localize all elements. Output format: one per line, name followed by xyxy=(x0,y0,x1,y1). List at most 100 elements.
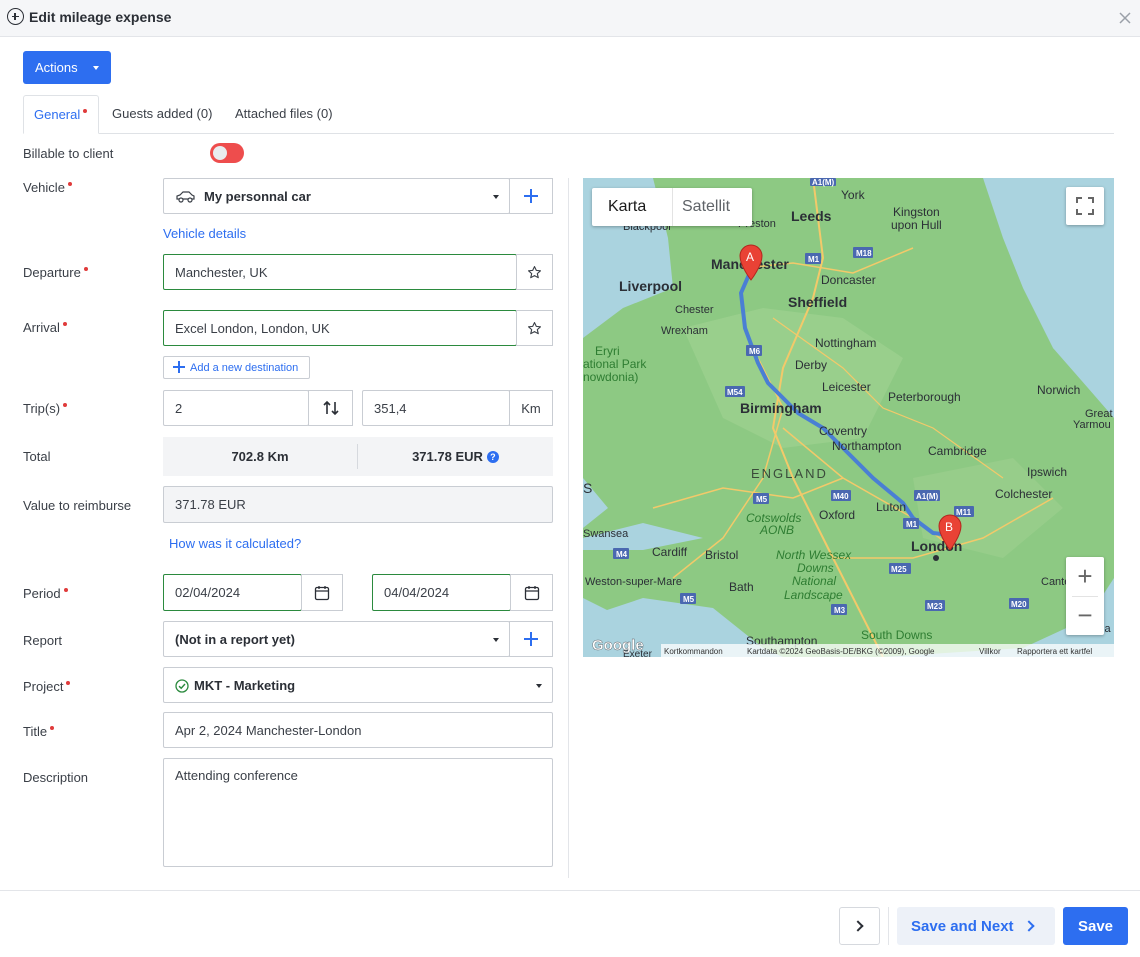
period-start-input[interactable]: 02/04/2024 xyxy=(163,574,302,611)
car-icon xyxy=(176,191,195,203)
help-icon[interactable]: ? xyxy=(486,450,499,463)
map-label-eryri: Eryri xyxy=(595,344,620,358)
road-badge-m54: M54 xyxy=(727,388,743,397)
required-indicator xyxy=(83,267,88,271)
save-and-next-button[interactable]: Save and Next xyxy=(897,907,1055,945)
marker-a-label: A xyxy=(746,250,754,264)
map-label-landscape: Landscape xyxy=(784,588,843,602)
road-badge-m40: M40 xyxy=(833,492,849,501)
favorite-arrival-button[interactable] xyxy=(516,310,553,346)
actions-button[interactable]: Actions xyxy=(23,51,111,84)
map-shortcuts-link[interactable]: Kortkommandon xyxy=(664,647,723,656)
title-label-text: Title xyxy=(23,724,48,739)
road-badge-m18: M18 xyxy=(856,249,872,258)
zoom-in-button[interactable]: + xyxy=(1066,557,1104,596)
column-divider xyxy=(568,178,569,878)
add-destination-button[interactable]: Add a new destination xyxy=(163,356,310,379)
close-icon[interactable] xyxy=(1117,10,1133,26)
map-label-birmingham: Birmingham xyxy=(740,400,822,416)
map-type-karta[interactable]: Karta xyxy=(608,188,646,226)
description-value: Attending conference xyxy=(175,768,298,783)
map-label-ipswich: Ipswich xyxy=(1027,465,1067,479)
map-label-peterborough: Peterborough xyxy=(888,390,961,404)
map-type-satellit[interactable]: Satellit xyxy=(682,188,730,226)
chevron-down-icon xyxy=(493,638,499,642)
fullscreen-icon xyxy=(1076,197,1094,215)
map-label-weston: Weston-super-Mare xyxy=(585,576,682,588)
marker-b-label: B xyxy=(945,520,953,534)
favorite-departure-button[interactable] xyxy=(516,254,553,290)
project-select[interactable]: MKT - Marketing xyxy=(163,667,553,703)
report-select[interactable]: (Not in a report yet) xyxy=(163,621,510,657)
billable-toggle[interactable] xyxy=(210,143,244,163)
title-value: Apr 2, 2024 Manchester-London xyxy=(175,722,362,738)
tab-guests[interactable]: Guests added (0) xyxy=(112,95,212,134)
chevron-right-icon xyxy=(852,920,864,932)
swap-direction-button[interactable] xyxy=(308,390,353,426)
period-end-input[interactable]: 04/04/2024 xyxy=(372,574,511,611)
trips-count-value: 2 xyxy=(175,400,183,416)
map-type-switch: Karta Satellit xyxy=(592,188,752,226)
map-type-divider xyxy=(672,188,673,226)
project-label: Project xyxy=(23,679,71,694)
trips-count-input[interactable]: 2 xyxy=(163,390,309,426)
title-input[interactable]: Apr 2, 2024 Manchester-London xyxy=(163,712,553,748)
reimburse-label: Value to reimburse xyxy=(23,498,132,513)
route-map[interactable]: York Leeds Kingston upon Hull Blackpool … xyxy=(583,178,1114,657)
distance-unit: Km xyxy=(509,390,553,426)
description-textarea[interactable]: Attending conference xyxy=(163,758,553,867)
map-label-norwich: Norwich xyxy=(1037,383,1080,397)
map-label-national: National xyxy=(792,574,836,588)
map-label-derby: Derby xyxy=(795,358,827,372)
footer-divider xyxy=(0,890,1140,891)
save-button[interactable]: Save xyxy=(1063,907,1128,945)
trips-label: Trip(s) xyxy=(23,401,68,416)
distance-input[interactable]: 351,4 xyxy=(362,390,510,426)
map-label-england: ENGLAND xyxy=(751,466,828,481)
star-icon xyxy=(528,265,541,278)
add-report-button[interactable] xyxy=(509,621,553,657)
add-vehicle-button[interactable] xyxy=(509,178,553,214)
fullscreen-button[interactable] xyxy=(1066,187,1104,225)
total-amount: 371.78 EUR xyxy=(412,449,483,464)
vehicle-details-link[interactable]: Vehicle details xyxy=(163,226,246,241)
calendar-icon xyxy=(524,585,539,600)
description-label: Description xyxy=(23,770,89,785)
period-label: Period xyxy=(23,586,68,601)
period-end-calendar-button[interactable] xyxy=(510,574,553,611)
map-label-south-downs: South Downs xyxy=(861,628,932,642)
map-label-national-park: ational Park xyxy=(583,357,647,371)
chevron-down-icon xyxy=(493,195,499,199)
save-and-next-label: Save and Next xyxy=(911,917,1014,935)
arrival-input[interactable]: Excel London, London, UK xyxy=(163,310,517,346)
period-start-calendar-button[interactable] xyxy=(301,574,343,611)
google-logo: Google xyxy=(592,637,644,654)
tab-attached-files[interactable]: Attached files (0) xyxy=(235,95,333,134)
vehicle-value: My personnal car xyxy=(204,188,311,204)
map-label-colchester: Colchester xyxy=(995,487,1052,501)
actions-button-label: Actions xyxy=(35,60,78,75)
departure-input[interactable]: Manchester, UK xyxy=(163,254,517,290)
required-indicator xyxy=(50,726,55,730)
tab-general-label: General xyxy=(34,107,81,122)
map-label-sheffield: Sheffield xyxy=(788,294,847,310)
map-terms-link[interactable]: Villkor xyxy=(979,647,1001,656)
vehicle-label-text: Vehicle xyxy=(23,180,65,195)
map-report-error-link[interactable]: Rapportera ett kartfel xyxy=(1017,647,1092,656)
how-calculated-link[interactable]: How was it calculated? xyxy=(169,536,301,551)
map-label-bath: Bath xyxy=(729,580,754,594)
swap-vertical-icon xyxy=(322,400,339,416)
tab-general[interactable]: General xyxy=(23,95,99,134)
reimburse-value: 371.78 EUR xyxy=(175,497,246,512)
next-item-button[interactable] xyxy=(839,907,880,945)
zoom-out-button[interactable]: − xyxy=(1066,596,1104,635)
map-data-credit: Kartdata ©2024 GeoBasis-DE/BKG (©2009), … xyxy=(747,647,935,656)
map-label-yarmouth: Yarmou xyxy=(1073,419,1111,431)
vehicle-select[interactable]: My personnal car xyxy=(163,178,510,214)
map-label-north-wessex: North Wessex xyxy=(776,548,852,562)
road-badge-a1m-south: A1(M) xyxy=(916,492,939,501)
map-label-cardiff: Cardiff xyxy=(652,545,688,559)
road-badge-m3: M3 xyxy=(834,606,846,615)
london-dot xyxy=(933,555,939,561)
map-label-oxford: Oxford xyxy=(819,508,855,522)
